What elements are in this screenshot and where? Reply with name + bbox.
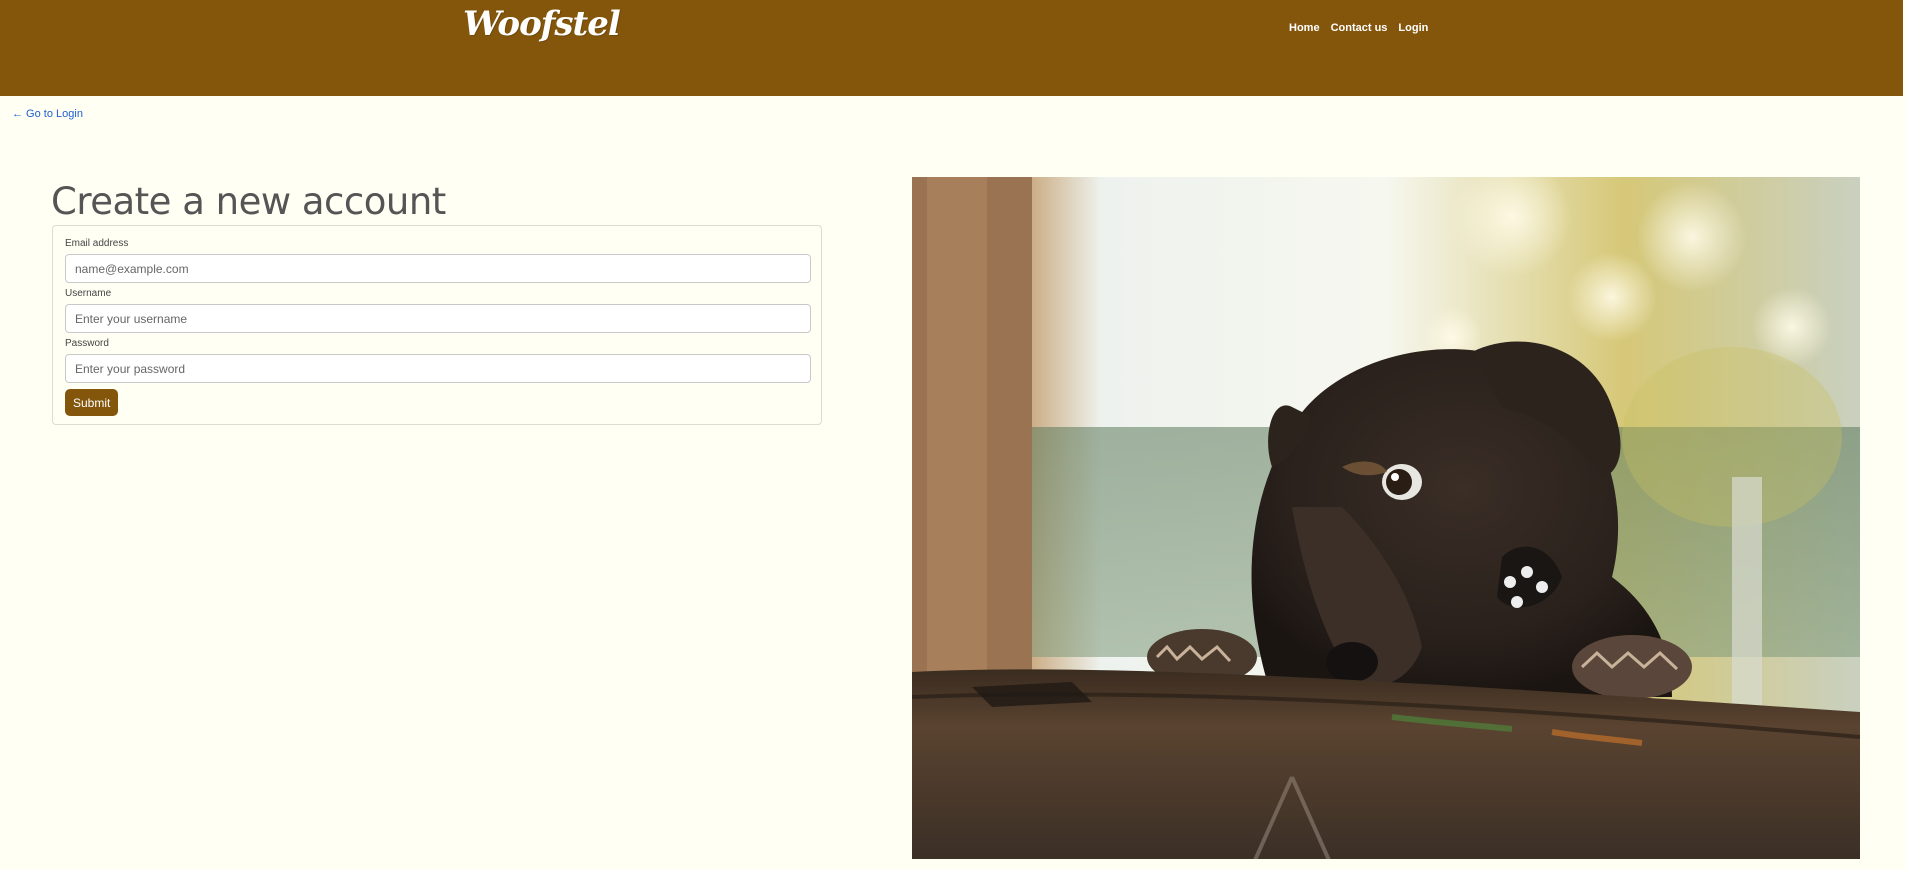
username-field[interactable] (65, 304, 811, 333)
nav-contact-link[interactable]: Contact us (1331, 22, 1388, 34)
password-label: Password (65, 338, 109, 349)
signup-form: Email address Username Password Submit (52, 225, 822, 425)
email-label: Email address (65, 238, 129, 249)
nav-login-link[interactable]: Login (1398, 22, 1428, 34)
password-field[interactable] (65, 354, 811, 383)
puppy-photo (912, 177, 1860, 859)
page-title: Create a new account (51, 180, 446, 223)
go-to-login-link[interactable]: ← Go to Login (12, 108, 83, 120)
submit-button[interactable]: Submit (65, 389, 119, 416)
main-nav: Home Contact us Login (1289, 22, 1439, 34)
username-label: Username (65, 288, 112, 299)
site-logo[interactable]: Woofstel (463, 4, 621, 44)
nav-home-link[interactable]: Home (1289, 22, 1320, 34)
site-header: Woofstel Home Contact us Login (0, 0, 1903, 96)
email-field[interactable] (65, 254, 811, 283)
